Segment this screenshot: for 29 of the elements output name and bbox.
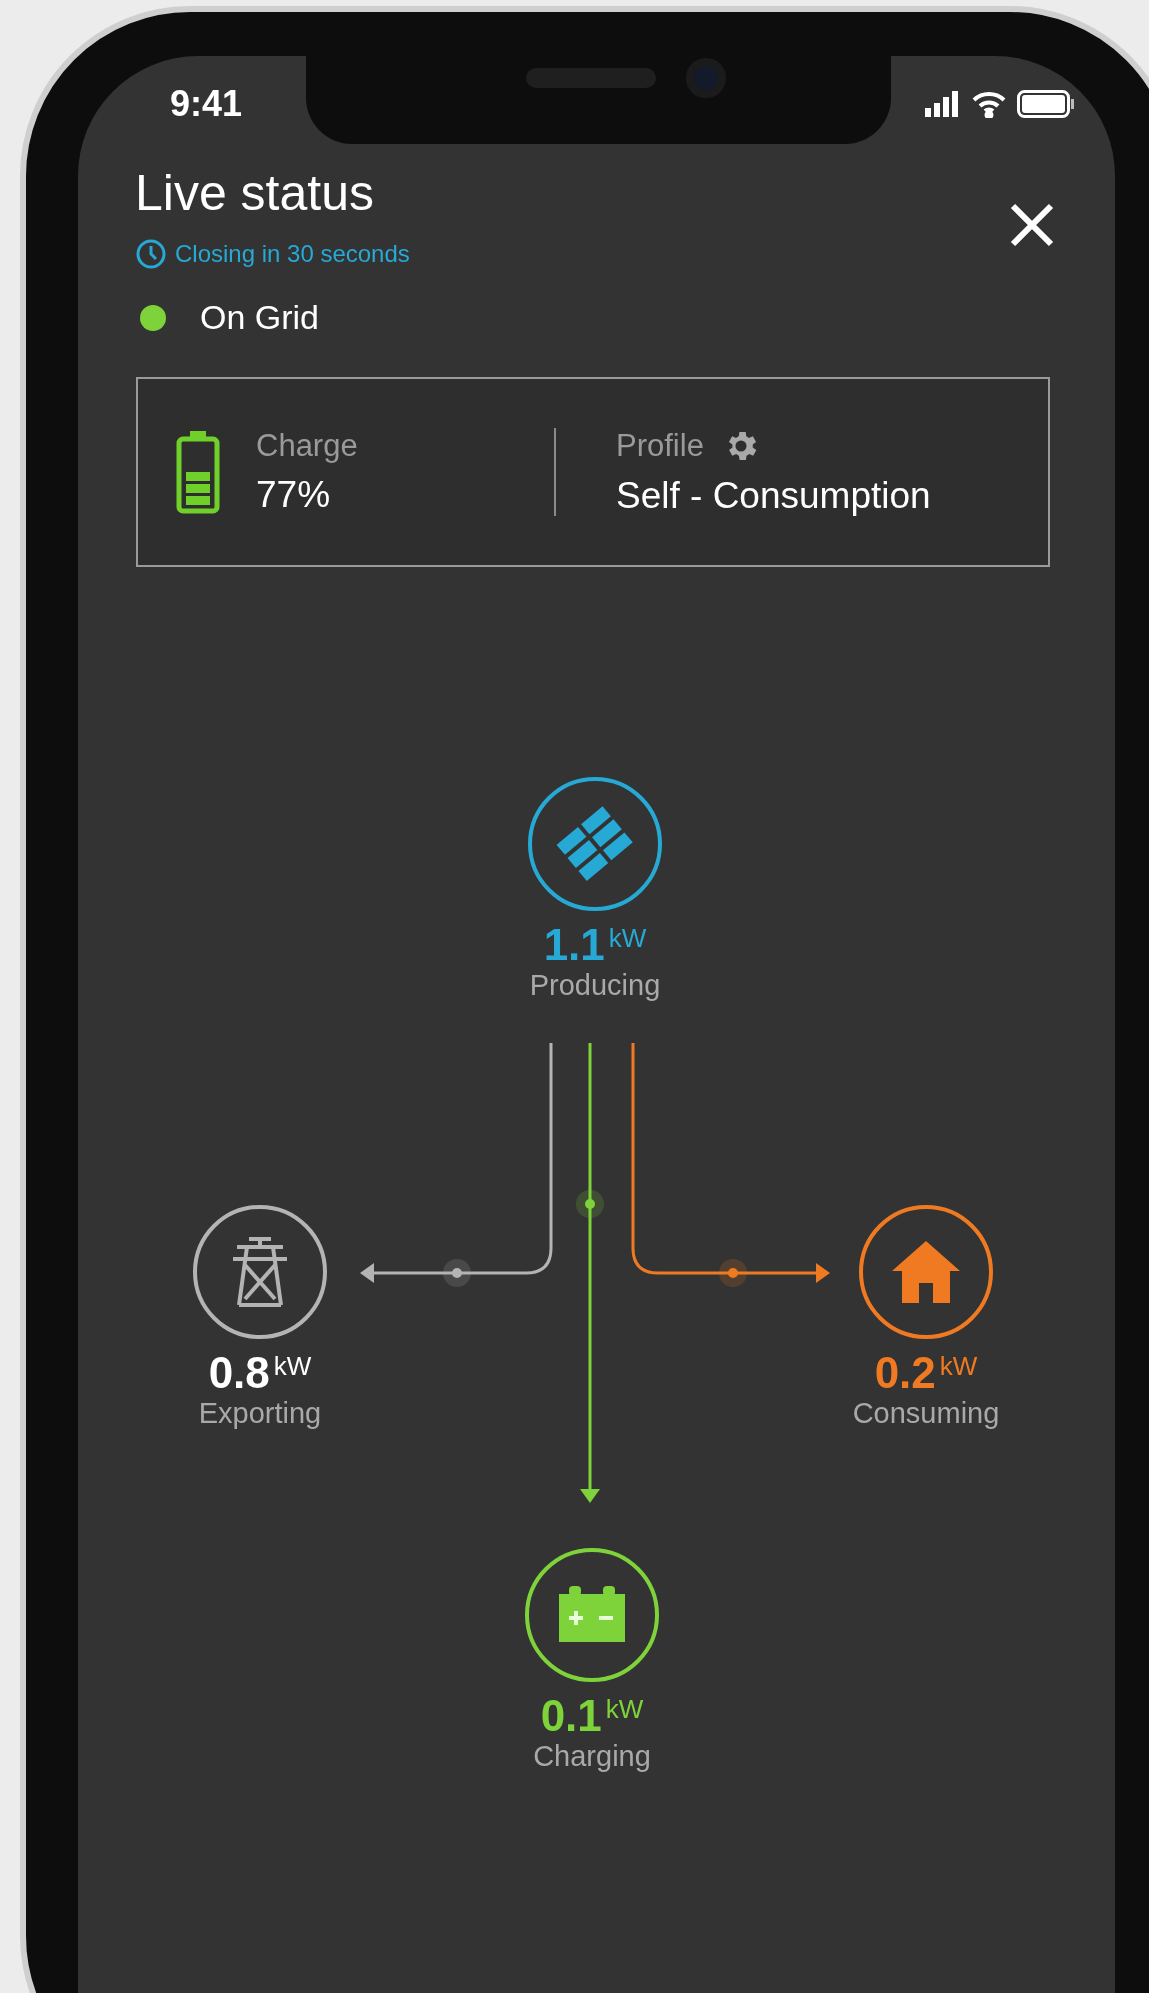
profile-value: Self - Consumption bbox=[616, 475, 931, 517]
clock-icon bbox=[135, 238, 167, 270]
charge-value: 77% bbox=[256, 474, 332, 516]
power-value: 0.1 bbox=[540, 1692, 602, 1741]
flow-label: Charging bbox=[533, 1740, 651, 1774]
flow-label: Exporting bbox=[198, 1397, 322, 1431]
profile-label: Profile bbox=[616, 428, 704, 464]
unit-label: kW bbox=[605, 1694, 644, 1725]
wifi-icon bbox=[971, 90, 1007, 118]
signal-icon bbox=[925, 91, 961, 117]
close-button[interactable] bbox=[1009, 202, 1055, 248]
power-value: 0.8 bbox=[208, 1349, 270, 1398]
flow-label: Consuming bbox=[852, 1397, 1000, 1431]
solar-panel-icon bbox=[557, 806, 633, 882]
power-value: 1.1 bbox=[543, 921, 605, 970]
status-time: 9:41 bbox=[170, 82, 243, 125]
unit-label: kW bbox=[939, 1351, 978, 1382]
battery-status-icon bbox=[1017, 90, 1075, 118]
charge-label: Charge bbox=[256, 428, 358, 464]
countdown-text: Closing in 30 seconds bbox=[175, 240, 410, 268]
battery-icon bbox=[176, 430, 220, 514]
page-title: Live status bbox=[135, 164, 375, 222]
flow-label: Producing bbox=[529, 969, 661, 1003]
unit-label: kW bbox=[273, 1351, 312, 1382]
camera-lens bbox=[686, 58, 726, 98]
car-battery-icon bbox=[557, 1586, 627, 1644]
unit-label: kW bbox=[608, 923, 647, 954]
power-value: 0.2 bbox=[874, 1349, 936, 1398]
grid-status-label: On Grid bbox=[200, 298, 320, 337]
